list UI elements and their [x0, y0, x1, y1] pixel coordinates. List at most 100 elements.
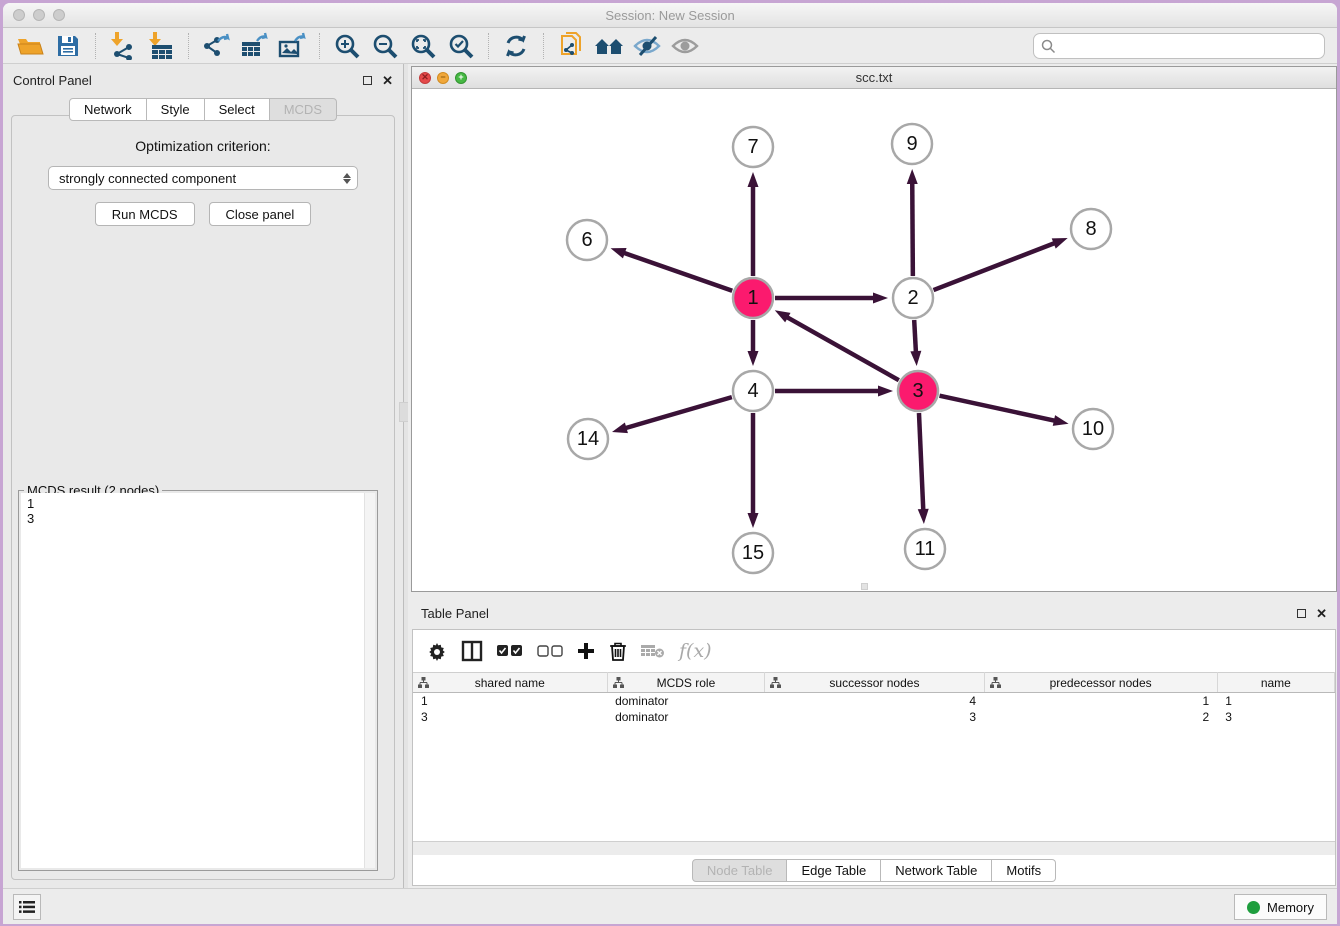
graph-node-label-11: 11	[915, 538, 936, 560]
tab-style[interactable]: Style	[147, 98, 205, 121]
show-all-icon[interactable]	[666, 31, 704, 61]
task-history-button[interactable]	[13, 894, 41, 920]
graph-node-label-14: 14	[577, 428, 599, 450]
network-canvas[interactable]: 1234678910111415	[412, 89, 1336, 591]
graph-edge-2-3[interactable]	[914, 320, 916, 353]
maximize-network-icon[interactable]: +	[455, 72, 467, 84]
tab-motifs[interactable]: Motifs	[992, 859, 1056, 882]
control-panel-tabs: NetworkStyleSelectMCDS	[3, 98, 403, 121]
save-session-icon[interactable]	[49, 31, 87, 61]
zoom-selected-icon[interactable]	[442, 31, 480, 61]
dropdown-stepper-icon	[343, 173, 351, 184]
close-network-icon[interactable]: ✕	[419, 72, 431, 84]
column-header-successor-nodes[interactable]: successor nodes	[765, 673, 984, 693]
first-neighbors-icon[interactable]	[590, 31, 628, 61]
graph-arrowhead-1-6	[611, 248, 627, 258]
refresh-network-icon[interactable]	[497, 31, 535, 61]
window-titlebar: Session: New Session	[3, 3, 1337, 28]
graph-arrowhead-3-1	[775, 310, 791, 322]
split-view-icon[interactable]	[461, 640, 483, 662]
column-header-name[interactable]: name	[1217, 673, 1334, 693]
graph-node-label-4: 4	[747, 380, 758, 402]
table-panel: Table Panel ✕	[411, 597, 1337, 886]
tab-node-table[interactable]: Node Table	[692, 859, 788, 882]
graph-node-label-2: 2	[907, 287, 918, 309]
graph-edge-3-11[interactable]	[919, 413, 923, 511]
table-panel-title: Table Panel	[421, 606, 489, 621]
table-cell[interactable]: dominator	[607, 709, 765, 725]
maximize-window-icon[interactable]	[53, 9, 65, 21]
graph-edge-3-1[interactable]	[786, 317, 899, 381]
close-window-icon[interactable]	[13, 9, 25, 21]
select-all-checkboxes-icon[interactable]	[497, 645, 523, 658]
table-cell[interactable]: 3	[1217, 709, 1334, 725]
table-row[interactable]: 3dominator323	[413, 709, 1335, 725]
zoom-fit-icon[interactable]	[404, 31, 442, 61]
column-header-MCDS-role[interactable]: MCDS role	[607, 673, 765, 693]
deselect-all-checkboxes-icon[interactable]	[537, 645, 563, 658]
table-cell[interactable]: 3	[413, 709, 607, 725]
export-network-icon[interactable]	[197, 31, 235, 61]
open-session-icon[interactable]	[11, 31, 49, 61]
node-table: shared nameMCDS rolesuccessor nodesprede…	[413, 672, 1335, 725]
mcds-result-list[interactable]: 1 3	[21, 493, 375, 868]
hide-selected-icon[interactable]	[628, 31, 666, 61]
minimize-window-icon[interactable]	[33, 9, 45, 21]
import-network-icon[interactable]	[104, 31, 142, 61]
graph-node-label-7: 7	[747, 136, 758, 158]
memory-button[interactable]: Memory	[1234, 894, 1327, 920]
column-header-shared-name[interactable]: shared name	[413, 673, 607, 693]
export-image-icon[interactable]	[273, 31, 311, 61]
mcds-tab-content: Optimization criterion: strongly connect…	[11, 115, 395, 880]
tab-select[interactable]: Select	[205, 98, 270, 121]
graph-edge-3-10[interactable]	[939, 396, 1055, 421]
graph-edge-1-6[interactable]	[623, 253, 732, 291]
table-panel-body: f(x) shared nameMCDS rolesuccessor nodes…	[412, 629, 1336, 886]
network-view-titlebar: ✕ − + scc.txt	[412, 67, 1336, 89]
zoom-in-icon[interactable]	[328, 31, 366, 61]
hierarchy-icon	[990, 677, 1001, 688]
column-header-predecessor-nodes[interactable]: predecessor nodes	[984, 673, 1217, 693]
tab-network[interactable]: Network	[69, 98, 147, 121]
table-cell[interactable]: 3	[765, 709, 984, 725]
canvas-resize-handle[interactable]	[861, 583, 868, 590]
table-settings-icon[interactable]	[427, 641, 447, 661]
clone-network-icon[interactable]	[552, 31, 590, 61]
graph-edge-4-14[interactable]	[624, 397, 731, 428]
import-table-icon[interactable]	[142, 31, 180, 61]
table-cell[interactable]: 4	[765, 693, 984, 709]
close-panel-icon[interactable]: ✕	[382, 74, 393, 87]
minimize-network-icon[interactable]: −	[437, 72, 449, 84]
graph-node-label-6: 6	[581, 229, 592, 251]
export-table-icon[interactable]	[235, 31, 273, 61]
close-table-panel-icon[interactable]: ✕	[1316, 607, 1327, 620]
float-table-panel-icon[interactable]	[1297, 609, 1306, 618]
tab-edge-table[interactable]: Edge Table	[787, 859, 881, 882]
tab-mcds[interactable]: MCDS	[270, 98, 337, 121]
delete-column-icon[interactable]	[609, 641, 627, 661]
table-cell[interactable]: 1	[984, 693, 1217, 709]
zoom-out-icon[interactable]	[366, 31, 404, 61]
criterion-dropdown[interactable]: strongly connected component	[48, 166, 358, 190]
float-panel-icon[interactable]	[363, 76, 372, 85]
apply-function-icon[interactable]: f(x)	[679, 640, 712, 662]
hierarchy-icon	[418, 677, 429, 688]
table-hscrollbar[interactable]	[413, 841, 1335, 855]
result-scrollbar[interactable]	[364, 493, 375, 868]
toolbar-separator	[188, 33, 189, 59]
delete-table-icon[interactable]	[641, 643, 665, 659]
add-column-icon[interactable]	[577, 642, 595, 660]
table-cell[interactable]: 1	[413, 693, 607, 709]
table-cell[interactable]: 2	[984, 709, 1217, 725]
table-cell[interactable]: 1	[1217, 693, 1334, 709]
search-field[interactable]	[1033, 33, 1325, 59]
search-input[interactable]	[1056, 34, 1324, 58]
table-cell[interactable]: dominator	[607, 693, 765, 709]
graph-edge-2-8[interactable]	[934, 243, 1056, 290]
close-panel-button[interactable]: Close panel	[209, 202, 312, 226]
graph-edge-2-9[interactable]	[912, 182, 913, 276]
memory-status-icon	[1247, 901, 1260, 914]
run-mcds-button[interactable]: Run MCDS	[95, 202, 195, 226]
tab-network-table[interactable]: Network Table	[881, 859, 992, 882]
table-row[interactable]: 1dominator411	[413, 693, 1335, 709]
